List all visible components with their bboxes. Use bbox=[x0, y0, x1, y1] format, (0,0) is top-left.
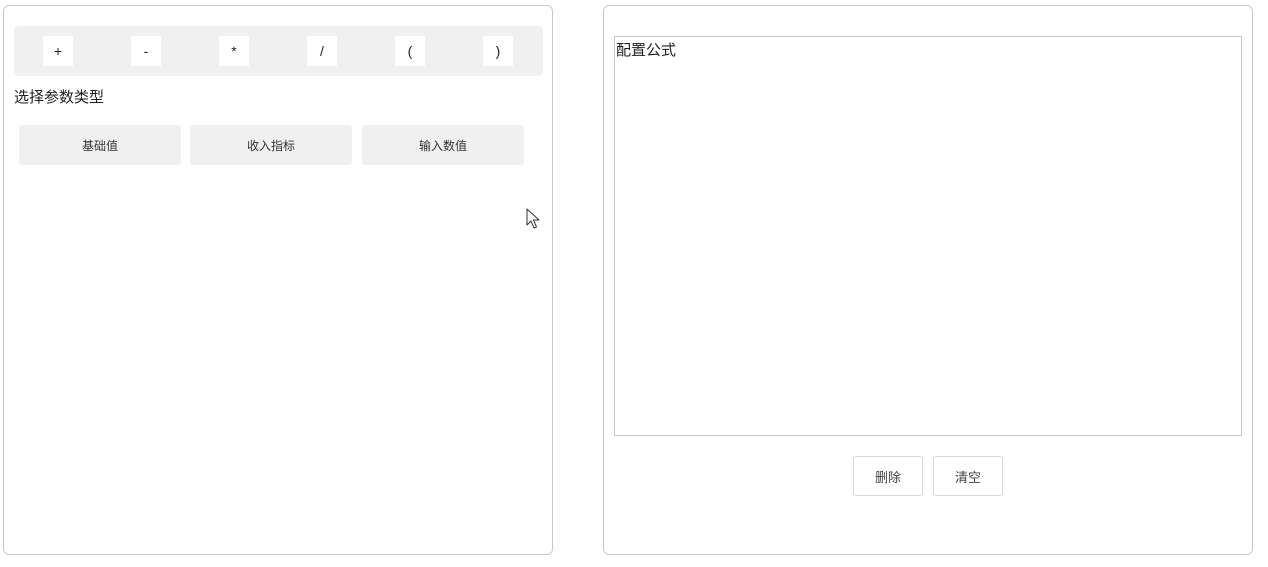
open-paren-button[interactable]: ( bbox=[395, 36, 425, 66]
delete-button[interactable]: 删除 bbox=[853, 456, 923, 496]
operator-bar: + - * / ( ) bbox=[14, 26, 543, 76]
multiply-operator-button[interactable]: * bbox=[219, 36, 249, 66]
mouse-cursor-icon bbox=[526, 208, 540, 229]
plus-operator-button[interactable]: + bbox=[43, 36, 73, 66]
input-number-button[interactable]: 输入数值 bbox=[362, 125, 524, 165]
param-type-label: 选择参数类型 bbox=[14, 88, 105, 106]
operator-panel: + - * / ( ) 选择参数类型 基础值 收入指标 输入数值 bbox=[3, 5, 553, 555]
base-value-button[interactable]: 基础值 bbox=[19, 125, 181, 165]
income-indicator-button[interactable]: 收入指标 bbox=[190, 125, 352, 165]
divide-operator-button[interactable]: / bbox=[307, 36, 337, 66]
formula-panel: 配置公式 删除 清空 bbox=[603, 5, 1253, 555]
minus-operator-button[interactable]: - bbox=[131, 36, 161, 66]
formula-editor[interactable]: 配置公式 bbox=[614, 36, 1242, 436]
clear-button[interactable]: 清空 bbox=[933, 456, 1003, 496]
close-paren-button[interactable]: ) bbox=[483, 36, 513, 66]
